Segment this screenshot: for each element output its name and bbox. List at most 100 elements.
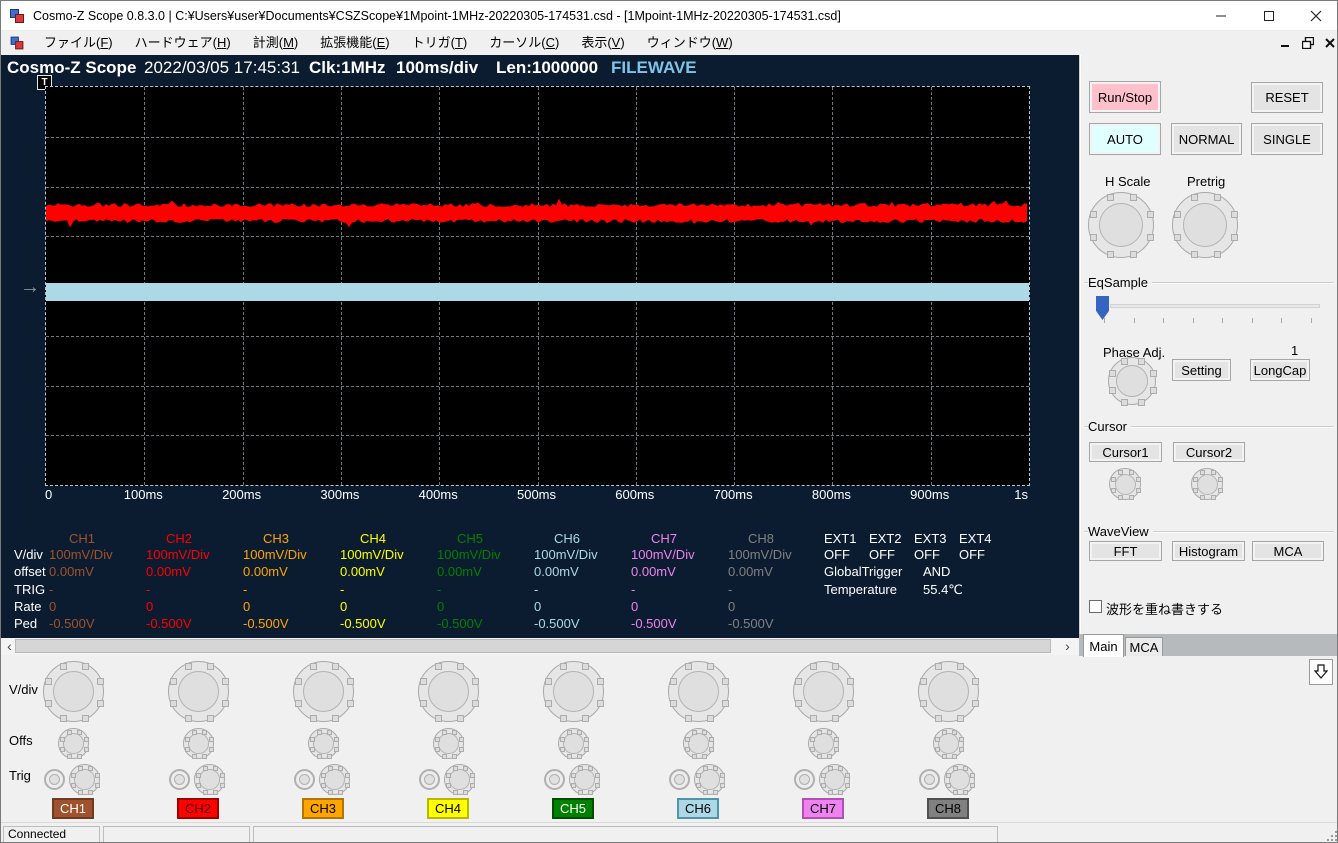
close-button[interactable] — [1293, 1, 1337, 31]
ext-state-1: OFF — [824, 547, 850, 562]
ch7-trig-knob-notch — [820, 772, 826, 778]
ch3-trig-knob[interactable] — [319, 764, 351, 796]
ch2-offset-knob[interactable] — [183, 728, 215, 760]
ch7-trig-knob[interactable] — [819, 764, 851, 796]
pretrig-knob[interactable] — [1172, 192, 1239, 259]
mdi-restore-button[interactable] — [1299, 35, 1317, 51]
ch7-channel-button[interactable]: CH7 — [802, 798, 844, 819]
auto-mode-button[interactable]: AUTO — [1089, 123, 1161, 155]
ch3-offset-knob-notch — [316, 729, 322, 735]
minimize-button[interactable] — [1198, 1, 1244, 31]
time-axis-label: 300ms — [320, 487, 360, 502]
pretrig-knob-notch — [1231, 234, 1239, 242]
ch5-trig-knob-notch — [588, 790, 594, 796]
setting-button[interactable]: Setting — [1172, 359, 1231, 381]
ch3-vdiv-knob-notch — [294, 678, 302, 686]
ch1-trig-knob[interactable] — [69, 764, 101, 796]
cursor1-button[interactable]: Cursor1 — [1089, 442, 1162, 462]
menu-item-m[interactable]: 計測(M) — [242, 31, 310, 55]
ch2-trig-knob[interactable] — [194, 764, 226, 796]
normal-mode-button[interactable]: NORMAL — [1171, 123, 1242, 155]
menu-item-e[interactable]: 拡張機能(E) — [309, 31, 400, 55]
mdi-minimize-button[interactable] — [1277, 35, 1295, 51]
tab-main[interactable]: Main — [1083, 634, 1124, 657]
status-bar: Connected — [1, 822, 1337, 842]
cursor2-knob[interactable] — [1191, 468, 1224, 501]
ch3-offset-knob[interactable] — [308, 728, 340, 760]
ch6-channel-button[interactable]: CH6 — [677, 798, 719, 819]
hdiv-setting: 100ms/div — [396, 58, 479, 77]
histogram-button[interactable]: Histogram — [1172, 541, 1245, 561]
time-axis-label: 400ms — [418, 487, 458, 502]
ch1-channel-button[interactable]: CH1 — [52, 798, 94, 819]
maximize-button[interactable] — [1246, 1, 1292, 31]
resize-grip-icon[interactable] — [1327, 839, 1329, 841]
ch7-offset-knob-notch — [816, 754, 822, 760]
pretrig-knob-notch — [1214, 193, 1222, 201]
ext-state-3: OFF — [914, 547, 940, 562]
tab-mca[interactable]: MCA — [1125, 637, 1163, 657]
h-scale-knob[interactable] — [1088, 192, 1155, 259]
ch4-trig-knob[interactable] — [444, 764, 476, 796]
eqsample-slider-thumb[interactable] — [1096, 296, 1109, 320]
ch5-channel-button[interactable]: CH5 — [552, 798, 594, 819]
mca-button[interactable]: MCA — [1252, 541, 1324, 561]
ch6-trig-knob-cap — [699, 769, 720, 790]
ch6-offset-knob-notch — [702, 729, 708, 735]
run-stop-button[interactable]: Run/Stop — [1089, 81, 1161, 113]
longcap-button[interactable]: LongCap — [1250, 359, 1310, 381]
ch4-vdiv-knob-notch — [456, 662, 464, 670]
ch8-channel-button[interactable]: CH8 — [927, 798, 969, 819]
ch7-vdiv-knob[interactable] — [793, 661, 855, 723]
menu-item-t[interactable]: トリガ(T) — [401, 31, 479, 55]
ch8-offset-knob[interactable] — [933, 728, 965, 760]
ch1-vdiv-knob[interactable] — [43, 661, 105, 723]
panel-collapse-button[interactable] — [1309, 659, 1333, 685]
cursor1-knob[interactable] — [1109, 468, 1142, 501]
ch8-vdiv-knob[interactable] — [918, 661, 980, 723]
menu-item-v[interactable]: 表示(V) — [570, 31, 635, 55]
waveform-plot[interactable] — [45, 86, 1030, 486]
mdi-close-button[interactable] — [1321, 35, 1337, 51]
ch5-vdiv-knob[interactable] — [543, 661, 605, 723]
menu-item-f[interactable]: ファイル(F) — [33, 31, 124, 55]
ch6-trig-indicator-dot — [674, 774, 685, 785]
ch2-vdiv-knob[interactable] — [168, 661, 230, 723]
ch5-offset-knob[interactable] — [558, 728, 590, 760]
ch2-channel-button[interactable]: CH2 — [177, 798, 219, 819]
ch3-vdiv-knob[interactable] — [293, 661, 355, 723]
cursor2-button[interactable]: Cursor2 — [1173, 442, 1245, 462]
mdi-child-icon[interactable] — [10, 36, 24, 50]
scrollbar-right-arrow-icon[interactable]: › — [1061, 638, 1074, 655]
ch6-vdiv-knob[interactable] — [668, 661, 730, 723]
reset-button[interactable]: RESET — [1251, 82, 1323, 113]
ch6-offset-knob[interactable] — [683, 728, 715, 760]
ch8-trig-knob[interactable] — [944, 764, 976, 796]
horizontal-scrollbar[interactable]: ‹ › — [1, 638, 1079, 655]
ch6-trig-knob[interactable] — [694, 764, 726, 796]
ch1-offset-knob[interactable] — [58, 728, 90, 760]
menu-item-c[interactable]: カーソル(C) — [478, 31, 570, 55]
ch4-vdiv-knob[interactable] — [418, 661, 480, 723]
scrollbar-thumb[interactable] — [15, 639, 1051, 653]
single-mode-button[interactable]: SINGLE — [1251, 123, 1323, 155]
eqsample-slider-track[interactable] — [1110, 304, 1320, 308]
phase-adj-knob[interactable] — [1108, 357, 1157, 406]
fft-button[interactable]: FFT — [1089, 541, 1162, 561]
phase-adj-knob-notch — [1149, 386, 1157, 394]
ch3-channel-button[interactable]: CH3 — [302, 798, 344, 819]
trigger-level-arrow[interactable]: → — [20, 276, 40, 299]
ch5-trig-knob[interactable] — [569, 764, 601, 796]
menu-item-w[interactable]: ウィンドウ(W) — [636, 31, 744, 55]
menu-item-h[interactable]: ハードウェア(H) — [124, 31, 242, 55]
ch7-trig-knob-notch — [820, 783, 826, 789]
ch7-trig-indicator-dot — [799, 774, 810, 785]
overlay-waveform-checkbox[interactable] — [1089, 600, 1102, 613]
clock-setting: Clk:1MHz — [309, 58, 386, 77]
ch4-offset-knob[interactable] — [433, 728, 465, 760]
ch4-channel-button[interactable]: CH4 — [427, 798, 469, 819]
h-scale-knob-notch — [1130, 193, 1138, 201]
pretrig-knob-notch — [1214, 251, 1222, 259]
ch7-offset-knob[interactable] — [808, 728, 840, 760]
ch1-trig-knob-notch — [88, 790, 94, 796]
